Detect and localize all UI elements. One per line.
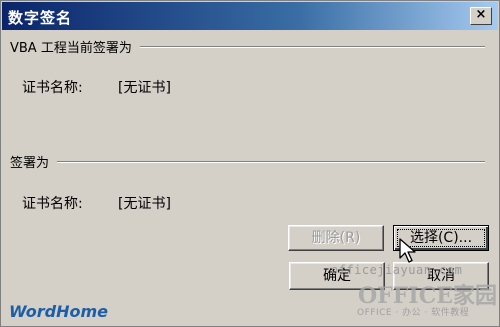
digital-signature-dialog: 数字签名 × VBA 工程当前签署为 证书名称: [无证书] 签署为 证书名称:… (0, 0, 500, 327)
vba-cert-name-label: 证书名称: (22, 80, 83, 96)
remove-button[interactable]: 删除(R) (288, 225, 384, 251)
signer-cert-name-label: 证书名称: (22, 196, 83, 212)
close-button[interactable]: × (470, 7, 492, 25)
wordhome-watermark: WordHome (9, 302, 109, 321)
group-divider (57, 160, 485, 163)
sign-as-heading: 签署为 (10, 156, 50, 171)
dialog-title: 数字签名 (8, 9, 73, 27)
remove-button-label: 删除(R) (311, 230, 361, 246)
sign-as-group: 签署为 (10, 152, 485, 171)
watermark-site-url: officejiayuan.com (331, 263, 463, 277)
vba-cert-name-value: [无证书] (118, 80, 171, 96)
title-bar[interactable]: 数字签名 × (2, 2, 498, 30)
watermark-brand-tagline: OFFICE · 办公 · 软件教程 (357, 308, 470, 318)
signer-cert-name-value: [无证书] (118, 196, 171, 212)
close-icon: × (475, 7, 487, 22)
vba-signed-heading: VBA 工程当前签署为 (10, 41, 132, 56)
vba-project-signed-group: VBA 工程当前签署为 (10, 37, 485, 56)
group-divider (139, 45, 485, 48)
choose-button-label: 选择(C)... (409, 230, 473, 246)
